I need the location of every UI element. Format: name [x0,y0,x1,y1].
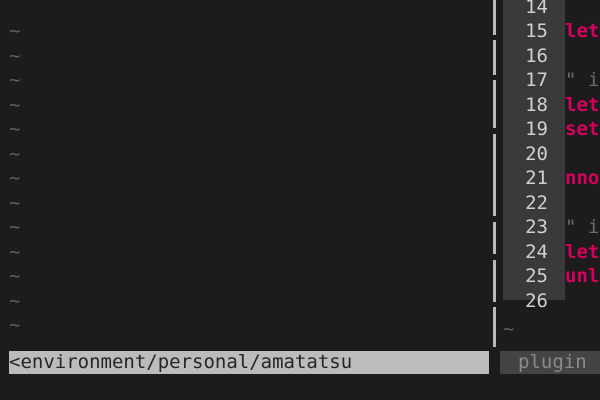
line-number: 22 [525,191,548,214]
split-bar-segment [493,222,496,254]
line-number: 25 [525,265,548,287]
filler-tilde: ~ [9,216,21,238]
command-line[interactable] [0,374,600,400]
filler-tilde: ~ [9,289,21,312]
filler-tilde: ~ [9,118,21,140]
line-number: 23 [525,216,548,238]
split-bar-segment [493,134,496,216]
code-line[interactable]: nno [565,166,599,191]
line-number: 26 [525,289,548,312]
comment-line[interactable]: " i [565,215,599,240]
line-number: 21 [525,167,548,189]
filler-tilde: ~ [503,318,515,340]
code-line[interactable]: unl [565,264,599,289]
line-number: 20 [525,142,548,165]
right-status-line[interactable]: plugin [500,351,600,374]
split-bar-segment [493,260,496,302]
filler-tilde: ~ [9,167,21,189]
filler-tilde: ~ [9,44,21,67]
filler-tilde: ~ [9,265,21,287]
line-number: 16 [525,44,548,67]
line-number: 14 [525,0,548,18]
filler-tilde: ~ [9,93,21,116]
line-number: 24 [525,240,548,263]
filler-tilde: ~ [9,69,21,91]
line-number: 17 [525,69,548,91]
filler-tilde: ~ [9,314,21,336]
line-number: 15 [525,20,548,42]
vim-editor[interactable]: ~ ~ ~ ~ ~ ~ ~ ~ ~ ~ ~ ~ ~ 14 15 let 16 17 " i 18 let 19 set 20… [0,0,600,400]
line-number: 18 [525,93,548,116]
code-line[interactable]: let [565,19,599,44]
split-bar-segment [493,307,496,347]
comment-line[interactable]: " i [565,68,599,93]
code-line[interactable]: let [565,240,599,265]
left-status-line[interactable]: <environment/personal/amatatsu [9,351,489,374]
split-bar-segment [493,80,496,128]
filler-tilde: ~ [9,142,21,165]
filler-tilde: ~ [9,20,21,42]
filler-tilde: ~ [9,240,21,263]
right-window[interactable]: 14 15 let 16 17 " i 18 let 19 set 20 21 nno 22 23 " i 24… [500,0,600,350]
split-bar-segment [493,0,496,35]
filler-tilde: ~ [9,191,21,214]
code-line[interactable]: let [565,93,599,118]
line-number: 19 [525,118,548,140]
split-bar-segment [493,40,496,75]
left-window[interactable]: ~ ~ ~ ~ ~ ~ ~ ~ ~ ~ ~ ~ ~ [0,0,490,350]
code-line[interactable]: set [565,117,599,142]
vertical-split-divider[interactable] [490,0,500,350]
filler-tilde: ~ [503,342,514,351]
status-line-gap [489,351,500,374]
